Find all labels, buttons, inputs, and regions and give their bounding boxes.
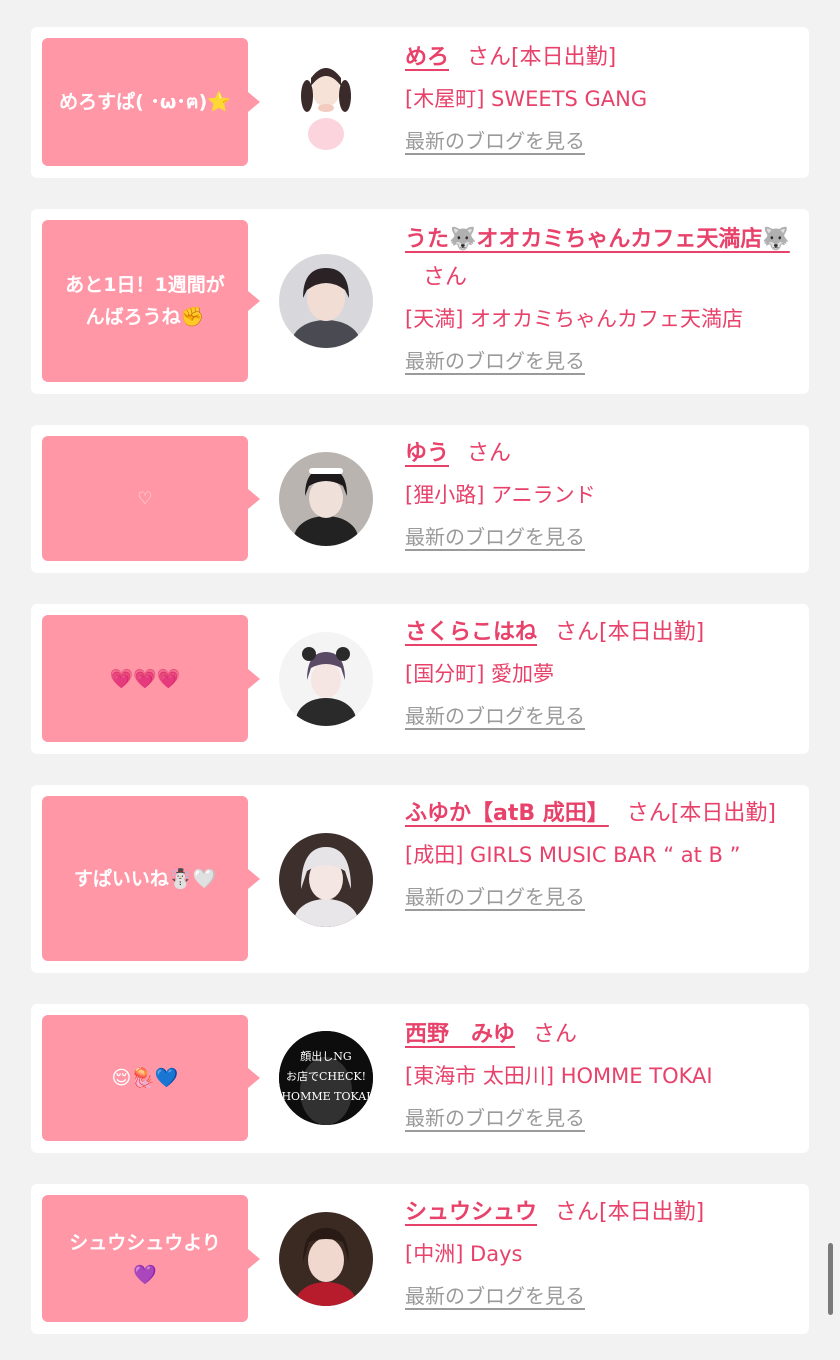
avatar-caption: 顔出しNG お店でCHECK! HOMME TOKAI [281, 1050, 371, 1103]
avatar[interactable] [279, 254, 373, 348]
avatar[interactable] [293, 52, 359, 152]
name-suffix: さん [533, 1022, 578, 1047]
message-bubble: 😌🪼💙 [42, 1015, 260, 1141]
avatar[interactable] [279, 1212, 373, 1306]
entry-info: シュウシュウ さん[本日出勤] [中洲] Days 最新のブログを見る [405, 1194, 799, 1309]
latest-blog-link[interactable]: 最新のブログを見る [405, 521, 585, 550]
message-bubble: 💗💗💗 [42, 615, 260, 742]
shop-label: [東海市 太田川] HOMME TOKAI [405, 1064, 713, 1088]
avatar[interactable] [279, 833, 373, 927]
shop-label: [狸小路] アニランド [405, 483, 596, 507]
message-bubble: シュウシュウより 💜 [42, 1195, 260, 1322]
entry-info: ふゆか【atB 成田】 さん[本日出勤] [成田] GIRLS MUSIC BAR… [405, 795, 781, 910]
shop-label: [中洲] Days [405, 1242, 523, 1266]
name-line: ふゆか【atB 成田】 さん[本日出勤] [405, 795, 781, 833]
name-line: めろ さん[本日出勤] [405, 39, 799, 77]
entry-info: うた🐺オオカミちゃんカフェ天満店🐺 さん [天満] オオカミちゃんカフェ天満店 最… [405, 221, 799, 374]
entry-info: ゆう さん [狸小路] アニランド 最新のブログを見る [405, 435, 799, 550]
avatar[interactable] [279, 452, 373, 546]
name-line: ゆう さん [405, 435, 799, 473]
shop-label: [天満] オオカミちゃんカフェ天満店 [405, 307, 744, 331]
latest-blog-link[interactable]: 最新のブログを見る [405, 125, 585, 154]
blog-card: あと1日！1週間が んばろうね✊ うた🐺オオカミちゃんカフェ天満店🐺 さん [天満… [31, 209, 809, 394]
name-suffix: さん[本日出勤] [555, 620, 705, 645]
latest-blog-link[interactable]: 最新のブログを見る [405, 1102, 585, 1131]
blog-card: シュウシュウより 💜 シュウシュウ さん[本日出勤] [中洲] Days 最新のブ… [31, 1184, 809, 1334]
blog-card: すぱいいね☃️🤍 ふゆか【atB 成田】 さん[本日出勤] [成田] GIRLS … [31, 785, 809, 973]
avatar[interactable] [279, 632, 373, 726]
entry-info: めろ さん[本日出勤] [木屋町] SWEETS GANG 最新のブログを見る [405, 39, 799, 154]
name-suffix: さん [423, 265, 468, 290]
shop-label: [成田] GIRLS MUSIC BAR “ at B ” [405, 843, 741, 867]
message-bubble: ♡ [42, 436, 260, 561]
blog-card: 😌🪼💙 顔出しNG お店でCHECK! HOMME TOKAI 西野 みゆ さん … [31, 1004, 809, 1153]
latest-blog-link[interactable]: 最新のブログを見る [405, 700, 585, 729]
cast-name-link[interactable]: さくらこはね [405, 620, 537, 645]
blog-card: 💗💗💗 さくらこはね さん[本日出勤] [国分町] 愛加夢 最新のブログを見る [31, 604, 809, 754]
cast-name-link[interactable]: 西野 みゆ [405, 1022, 515, 1047]
latest-blog-link[interactable]: 最新のブログを見る [405, 345, 585, 374]
name-suffix: さん [467, 441, 512, 466]
scrollbar[interactable] [828, 1243, 833, 1315]
message-bubble: あと1日！1週間が んばろうね✊ [42, 220, 260, 382]
cast-name-link[interactable]: うた🐺オオカミちゃんカフェ天満店🐺 [405, 227, 790, 252]
shop-label: [国分町] 愛加夢 [405, 662, 555, 686]
blog-card: ♡ ゆう さん [狸小路] アニランド 最新のブログを見る [31, 425, 809, 573]
name-suffix: さん[本日出勤] [626, 801, 776, 826]
name-line: シュウシュウ さん[本日出勤] [405, 1194, 799, 1232]
latest-blog-link[interactable]: 最新のブログを見る [405, 1280, 585, 1309]
name-line: 西野 みゆ さん [405, 1016, 799, 1054]
message-bubble: めろすぱ( ･ω･ฅ)⭐️ [42, 38, 260, 166]
avatar[interactable]: 顔出しNG お店でCHECK! HOMME TOKAI [279, 1031, 373, 1125]
blog-card: めろすぱ( ･ω･ฅ)⭐️ めろ さん[本日出勤] [木屋町] SWEETS GA… [31, 27, 809, 178]
cast-name-link[interactable]: シュウシュウ [405, 1200, 537, 1225]
shop-label: [木屋町] SWEETS GANG [405, 87, 648, 111]
name-suffix: さん[本日出勤] [467, 45, 617, 70]
entry-info: さくらこはね さん[本日出勤] [国分町] 愛加夢 最新のブログを見る [405, 614, 799, 729]
name-line: さくらこはね さん[本日出勤] [405, 614, 799, 652]
cast-name-link[interactable]: ゆう [405, 441, 449, 466]
cast-name-link[interactable]: めろ [405, 45, 449, 70]
entry-info: 西野 みゆ さん [東海市 太田川] HOMME TOKAI 最新のブログを見る [405, 1016, 799, 1131]
name-suffix: さん[本日出勤] [555, 1200, 705, 1225]
message-bubble: すぱいいね☃️🤍 [42, 796, 260, 961]
latest-blog-link[interactable]: 最新のブログを見る [405, 881, 585, 910]
cast-name-link[interactable]: ふゆか【atB 成田】 [405, 801, 609, 826]
name-line: うた🐺オオカミちゃんカフェ天満店🐺 さん [405, 221, 799, 297]
